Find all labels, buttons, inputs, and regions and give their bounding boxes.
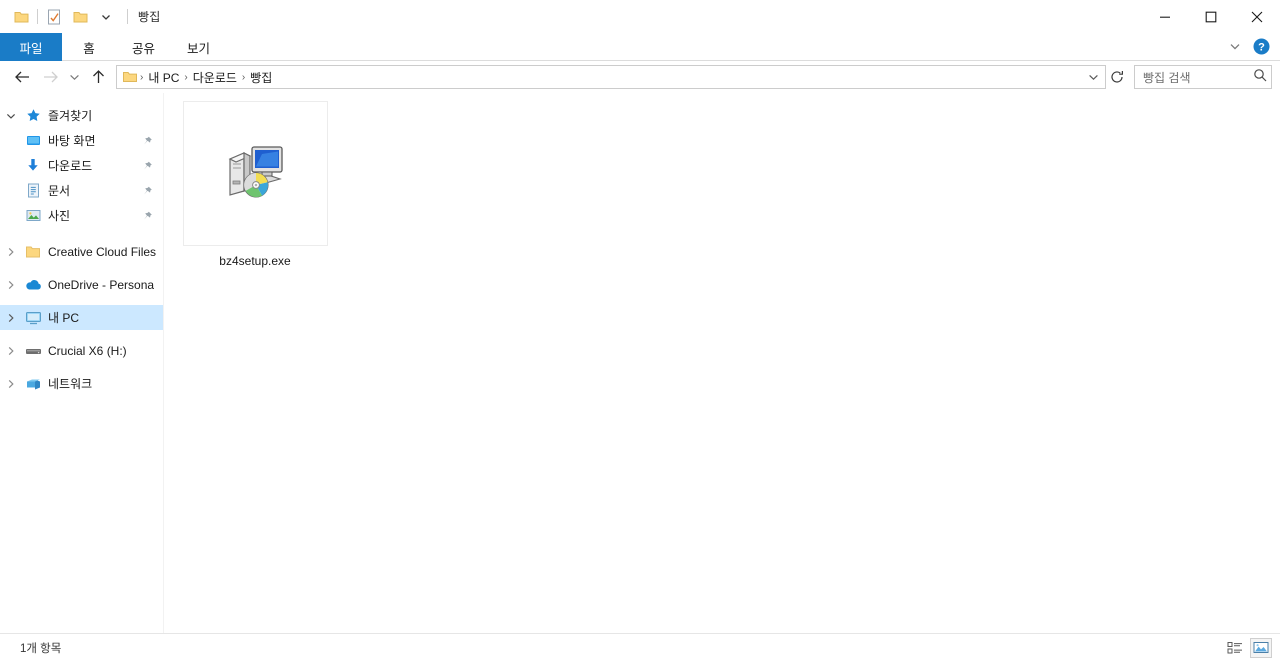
download-icon [22, 158, 44, 173]
file-explorer-window: 빵집 파일 홈 공유 보기 ? › 내 PC › 다운로드 › 빵집 빵집 검색… [0, 0, 1280, 661]
pin-icon[interactable] [142, 210, 153, 221]
cloud-icon [22, 279, 44, 291]
chevron-down-icon[interactable] [1083, 73, 1103, 81]
chevron-right-icon[interactable] [0, 379, 22, 389]
sidebar-item-label: OneDrive - Persona [48, 277, 155, 292]
sidebar-item-downloads[interactable]: 다운로드 [0, 153, 163, 178]
list-item[interactable]: bz4setup.exe [180, 101, 330, 268]
file-name-label[interactable]: bz4setup.exe [219, 254, 290, 268]
search-box[interactable]: 빵집 검색 [1134, 65, 1272, 89]
window-controls [1142, 0, 1280, 33]
properties-icon[interactable] [41, 4, 67, 30]
close-button[interactable] [1234, 0, 1280, 33]
folder-icon [22, 245, 44, 259]
svg-text:?: ? [1258, 42, 1265, 54]
sidebar-item-label: 즐겨찾기 [48, 109, 93, 123]
desktop-icon [22, 134, 44, 148]
sidebar-item-crucial-x6[interactable]: Crucial X6 (H:) [0, 338, 163, 363]
folder-icon [122, 70, 138, 84]
breadcrumb-item-my-pc[interactable]: 내 PC [143, 69, 184, 86]
sidebar-item-label: 네트워크 [48, 377, 93, 391]
sidebar-item-label: 내 PC [48, 311, 80, 325]
forward-button [36, 64, 64, 90]
toolbar-separator [37, 9, 38, 24]
computer-icon [22, 311, 44, 325]
navigation-pane: 즐겨찾기 바탕 화면 다운로드 문서 사진 Creative Cloud Fil… [0, 93, 164, 633]
sidebar-item-creative-cloud-files[interactable]: Creative Cloud Files [0, 239, 163, 264]
sidebar-item-label: 바탕 화면 [48, 134, 96, 148]
sidebar-item-documents[interactable]: 문서 [0, 178, 163, 203]
tab-share[interactable]: 공유 [116, 33, 171, 61]
maximize-button[interactable] [1188, 0, 1234, 33]
sidebar-item-label: 문서 [48, 184, 71, 198]
sidebar-item-my-pc[interactable]: 내 PC [0, 305, 163, 330]
folder-icon[interactable] [67, 4, 93, 30]
search-input[interactable]: 빵집 검색 [1143, 69, 1253, 86]
pin-icon[interactable] [142, 160, 153, 171]
address-bar: › 내 PC › 다운로드 › 빵집 빵집 검색 [0, 61, 1280, 93]
minimize-button[interactable] [1142, 0, 1188, 33]
up-button[interactable] [84, 64, 112, 90]
window-title: 빵집 [138, 10, 161, 24]
chevron-down-icon[interactable] [1224, 36, 1246, 58]
search-icon[interactable] [1253, 68, 1267, 87]
tab-file[interactable]: 파일 [0, 33, 62, 61]
folder-icon[interactable] [8, 4, 34, 30]
view-mode-buttons [1224, 637, 1272, 658]
setup-installer-icon [224, 141, 286, 206]
sidebar-item-onedrive[interactable]: OneDrive - Persona [0, 272, 163, 297]
star-icon [22, 108, 44, 123]
breadcrumb-item-current[interactable]: 빵집 [245, 69, 277, 86]
help-icon[interactable]: ? [1250, 36, 1272, 58]
quick-access-toolbar [8, 4, 128, 30]
title-bar: 빵집 [0, 0, 1280, 33]
chevron-right-icon[interactable] [0, 346, 22, 356]
sidebar-item-label: Crucial X6 (H:) [48, 343, 127, 358]
sidebar-item-pictures[interactable]: 사진 [0, 203, 163, 228]
large-icons-view-button[interactable] [1250, 637, 1272, 658]
pictures-icon [22, 209, 44, 222]
item-count-status: 1개 항목 [20, 642, 62, 655]
tab-view[interactable]: 보기 [171, 33, 226, 61]
status-bar: 1개 항목 [0, 633, 1280, 661]
network-icon [22, 377, 44, 391]
sidebar-item-network[interactable]: 네트워크 [0, 371, 163, 396]
tab-home[interactable]: 홈 [62, 33, 116, 61]
chevron-down-icon[interactable] [0, 112, 22, 120]
file-thumbnail[interactable] [182, 101, 328, 246]
chevron-right-icon[interactable] [0, 313, 22, 323]
file-list-view[interactable]: bz4setup.exe [164, 93, 1280, 633]
sidebar-item-favorites[interactable]: 즐겨찾기 [0, 103, 163, 128]
details-view-button[interactable] [1224, 638, 1246, 658]
sidebar-item-desktop[interactable]: 바탕 화면 [0, 128, 163, 153]
ribbon-actions: ? [1224, 33, 1280, 60]
file-grid: bz4setup.exe [176, 101, 1280, 268]
breadcrumb-item-downloads[interactable]: 다운로드 [188, 69, 242, 86]
pin-icon[interactable] [142, 185, 153, 196]
breadcrumb[interactable]: › 내 PC › 다운로드 › 빵집 [116, 65, 1106, 89]
drive-icon [22, 345, 44, 356]
pin-icon[interactable] [142, 135, 153, 146]
ribbon-tab-bar: 파일 홈 공유 보기 ? [0, 33, 1280, 61]
refresh-button[interactable] [1106, 65, 1128, 89]
explorer-body: 즐겨찾기 바탕 화면 다운로드 문서 사진 Creative Cloud Fil… [0, 93, 1280, 633]
sidebar-item-label: 사진 [48, 209, 71, 223]
sidebar-item-label: Creative Cloud Files [48, 244, 157, 259]
chevron-right-icon[interactable] [0, 280, 22, 290]
back-button[interactable] [8, 64, 36, 90]
chevron-right-icon[interactable] [0, 247, 22, 257]
title-separator [127, 9, 128, 24]
chevron-down-icon[interactable] [93, 4, 119, 30]
sidebar-item-label: 다운로드 [48, 159, 93, 173]
document-icon [22, 183, 44, 198]
recent-locations-button[interactable] [64, 64, 84, 90]
